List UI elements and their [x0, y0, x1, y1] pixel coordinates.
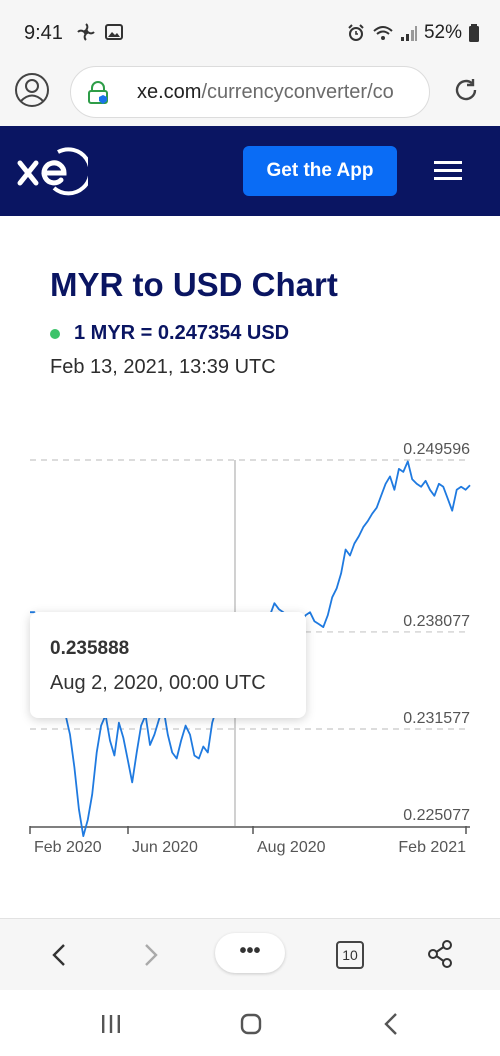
url-host: xe.com [137, 81, 202, 103]
status-bar: 9:41 52% [0, 0, 500, 62]
get-the-app-button[interactable]: Get the App [243, 146, 397, 196]
more-options-button[interactable]: ••• [215, 933, 285, 973]
tabs-button[interactable]: 10 [336, 941, 364, 969]
status-system-icons: 52% [346, 22, 480, 44]
url-path: /currencyconverter/co [201, 81, 394, 103]
url-text: xe.com/currencyconverter/co [137, 81, 394, 104]
share-icon[interactable] [426, 939, 454, 969]
wifi-icon [373, 26, 393, 40]
x-tick-label: Jun 2020 [132, 839, 198, 856]
site-header: Get the App [0, 126, 500, 216]
xe-logo[interactable] [14, 146, 88, 200]
profile-icon[interactable] [14, 72, 50, 108]
y-tick-label: 0.231577 [403, 710, 470, 727]
y-tick-label: 0.238077 [403, 613, 470, 630]
battery-icon [469, 24, 479, 42]
address-bar[interactable]: xe.com/currencyconverter/co [70, 66, 430, 118]
system-navigation-bar [0, 990, 500, 1056]
system-back-icon[interactable] [382, 1012, 400, 1036]
y-tick-label: 0.225077 [403, 807, 470, 824]
back-icon[interactable] [46, 941, 72, 969]
home-icon[interactable] [240, 1013, 262, 1035]
alarm-icon [348, 24, 364, 41]
status-notifications [76, 22, 124, 42]
x-tick-label: Aug 2020 [257, 839, 326, 856]
tooltip-value: 0.235888 [50, 638, 130, 659]
battery-percentage: 52% [423, 22, 462, 43]
tooltip-date: Aug 2, 2020, 00:00 UTC [50, 672, 266, 694]
x-tick-label: Feb 2021 [398, 839, 466, 856]
recent-apps-icon[interactable] [100, 1014, 122, 1034]
browser-bottom-nav: ••• 10 [0, 918, 500, 990]
browser-toolbar: xe.com/currencyconverter/co [0, 62, 500, 126]
status-time: 9:41 [24, 22, 63, 44]
reload-icon[interactable] [452, 76, 480, 104]
signal-icon [400, 26, 417, 41]
y-tick-label: 0.249596 [403, 441, 470, 458]
x-tick-label: Feb 2020 [34, 839, 102, 856]
fan-icon [77, 23, 95, 41]
forward-icon[interactable] [138, 941, 164, 969]
rate-line-chart[interactable]: 0.249596 0.238077 0.231577 0.225077 Feb 2020… [0, 216, 500, 866]
hamburger-menu-icon[interactable] [434, 159, 462, 183]
chart-tooltip: 0.235888 Aug 2, 2020, 00:00 UTC [30, 612, 306, 718]
secure-lock-icon[interactable] [87, 81, 109, 105]
image-icon [105, 24, 123, 40]
